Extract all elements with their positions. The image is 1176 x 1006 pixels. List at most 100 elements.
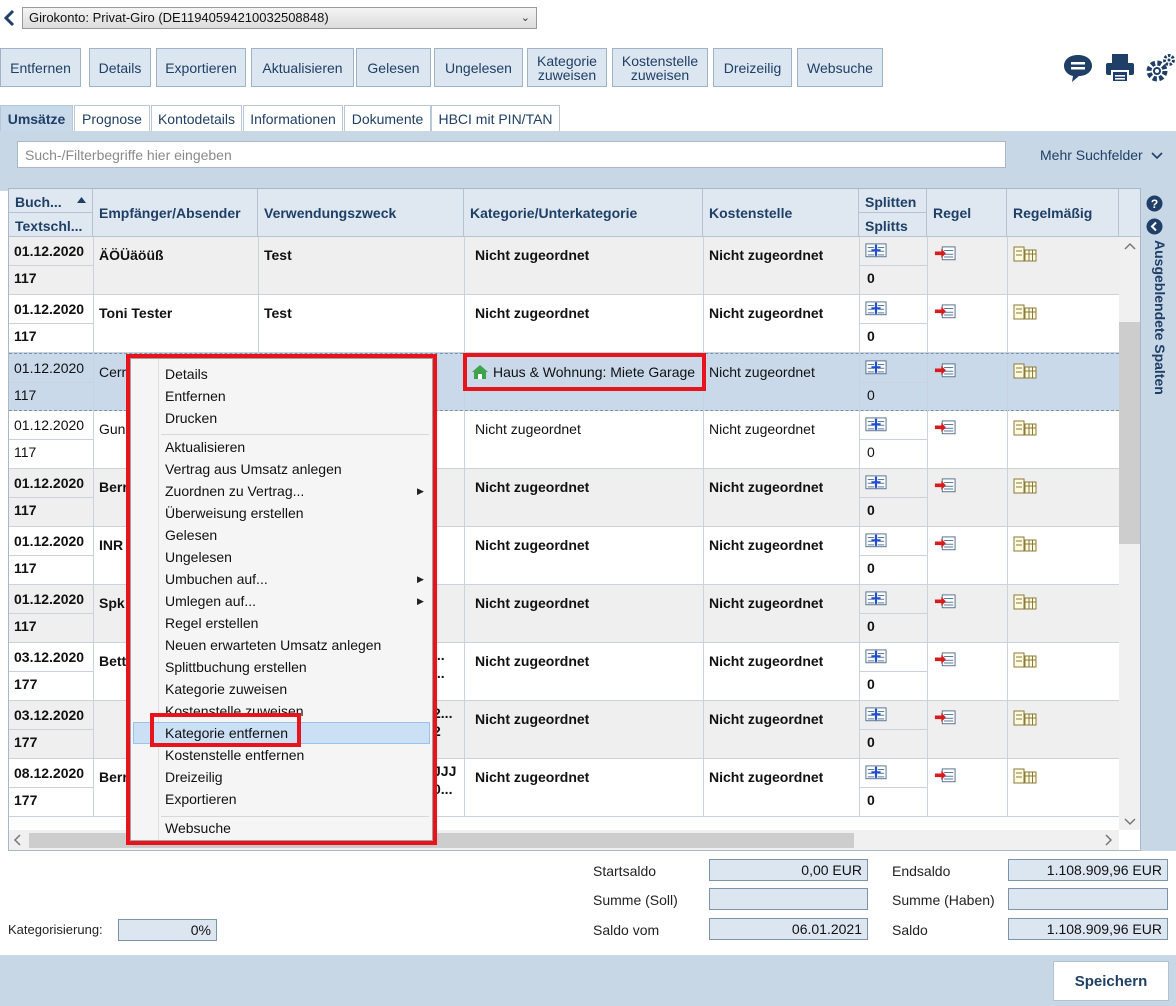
rule-arrow-icon[interactable] xyxy=(934,478,956,494)
rule-arrow-icon[interactable] xyxy=(934,536,956,552)
chevron-down-icon xyxy=(1151,152,1163,160)
split-icon[interactable] xyxy=(865,533,887,549)
web-search-button[interactable]: Websuche xyxy=(797,48,883,87)
print-icon[interactable] xyxy=(1104,52,1136,84)
row-splitts: 0 xyxy=(867,734,875,750)
rule-arrow-icon[interactable] xyxy=(934,304,956,320)
split-icon[interactable] xyxy=(865,243,887,259)
vertical-scroll-thumb[interactable] xyxy=(1119,322,1140,544)
row-date: 01.12.2020 xyxy=(14,243,85,259)
header-splitten[interactable]: Splitten Splitts xyxy=(859,189,927,237)
recurring-icon[interactable] xyxy=(1013,363,1037,379)
row-empfaenger: Gun xyxy=(99,421,126,437)
rule-arrow-icon[interactable] xyxy=(934,652,956,668)
row-kostenstelle: Nicht zugeordnet xyxy=(709,537,824,553)
rule-arrow-icon[interactable] xyxy=(934,768,956,784)
export-button[interactable]: Exportieren xyxy=(156,48,246,87)
haben-field xyxy=(1008,888,1168,910)
scroll-down-icon[interactable] xyxy=(1123,817,1137,827)
row-kostenstelle: Nicht zugeordnet xyxy=(709,421,815,437)
split-icon[interactable] xyxy=(865,591,887,607)
account-select[interactable]: Girokonto: Privat-Giro (DE11940594210032… xyxy=(22,7,537,29)
row-code: 117 xyxy=(14,502,37,518)
settings-icon[interactable] xyxy=(1144,52,1176,84)
split-icon[interactable] xyxy=(865,765,887,781)
recurring-icon[interactable] xyxy=(1013,478,1037,494)
recurring-icon[interactable] xyxy=(1013,536,1037,552)
recurring-icon[interactable] xyxy=(1013,420,1037,436)
back-chevron-icon[interactable] xyxy=(3,9,15,27)
row-code: 117 xyxy=(14,444,37,460)
help-icon[interactable]: ? xyxy=(1146,195,1163,212)
endsaldo-field: 1.108.909,96 EUR xyxy=(1008,859,1168,881)
tab-prognose[interactable]: Prognose xyxy=(74,105,150,131)
scroll-right-icon[interactable] xyxy=(1103,834,1113,846)
startsaldo-field: 0,00 EUR xyxy=(709,859,868,881)
recurring-icon[interactable] xyxy=(1013,710,1037,726)
header-kategorie-label: Kategorie/Unterkategorie xyxy=(470,205,638,221)
rule-arrow-icon[interactable] xyxy=(934,710,956,726)
tab-dokumente[interactable]: Dokumente xyxy=(344,105,431,131)
row-kategorie: Nicht zugeordnet xyxy=(475,769,590,785)
three-line-button[interactable]: Dreizeilig xyxy=(713,48,792,87)
refresh-button[interactable]: Aktualisieren xyxy=(251,48,354,87)
more-search-fields-button[interactable]: Mehr Suchfelder xyxy=(1040,147,1163,163)
header-kostenstelle[interactable]: Kostenstelle xyxy=(703,189,859,237)
assign-cost-center-button[interactable]: Kostenstelle zuweisen xyxy=(612,48,708,87)
unread-button[interactable]: Ungelesen xyxy=(434,48,523,87)
rule-arrow-icon[interactable] xyxy=(934,246,956,262)
header-kategorie[interactable]: Kategorie/Unterkategorie xyxy=(464,189,703,237)
recurring-icon[interactable] xyxy=(1013,304,1037,320)
split-icon[interactable] xyxy=(865,475,887,491)
search-placeholder: Such-/Filterbegriffe hier eingeben xyxy=(25,147,232,163)
split-icon[interactable] xyxy=(865,417,887,433)
search-input[interactable]: Such-/Filterbegriffe hier eingeben xyxy=(17,141,1006,168)
account-bar: Girokonto: Privat-Giro (DE11940594210032… xyxy=(0,0,1176,36)
header-regel[interactable]: Regel xyxy=(927,189,1007,237)
recurring-icon[interactable] xyxy=(1013,246,1037,262)
row-kategorie: Nicht zugeordnet xyxy=(475,711,590,727)
tab-informationen[interactable]: Informationen xyxy=(243,105,343,131)
header-regelmaessig[interactable]: Regelmäßig xyxy=(1007,189,1119,237)
row-date: 01.12.2020 xyxy=(14,591,85,607)
recurring-icon[interactable] xyxy=(1013,652,1037,668)
row-date: 01.12.2020 xyxy=(14,301,85,317)
save-button[interactable]: Speichern xyxy=(1053,961,1169,1001)
refresh-button-label: Aktualisieren xyxy=(262,59,343,76)
header-zweck-label: Verwendungszweck xyxy=(264,205,397,221)
read-button[interactable]: Gelesen xyxy=(356,48,431,87)
split-icon[interactable] xyxy=(865,301,887,317)
tab-kontodetails[interactable]: Kontodetails xyxy=(151,105,242,131)
hidden-columns-label[interactable]: Ausgeblendete Spalten xyxy=(1146,240,1168,410)
recurring-icon[interactable] xyxy=(1013,594,1037,610)
scroll-up-icon[interactable] xyxy=(1123,241,1137,251)
collapse-left-icon[interactable] xyxy=(1146,218,1163,235)
header-empfaenger[interactable]: Empfänger/Absender xyxy=(93,189,258,237)
rule-arrow-icon[interactable] xyxy=(934,363,956,379)
remove-button[interactable]: Entfernen xyxy=(0,48,81,87)
table-row[interactable]: 01.12.2020 117 Toni Tester Test Nicht zugeor… xyxy=(9,295,1119,353)
recurring-icon[interactable] xyxy=(1013,768,1037,784)
header-buchung[interactable]: Buch... Textschl... xyxy=(9,189,93,237)
svg-text:?: ? xyxy=(1151,197,1158,211)
assign-category-button[interactable]: Kategorie zuweisen xyxy=(527,48,607,87)
row-empfaenger: Spk xyxy=(99,595,125,611)
row-kostenstelle: Nicht zugeordnet xyxy=(709,711,824,727)
web-search-button-label: Websuche xyxy=(807,59,873,76)
rule-arrow-icon[interactable] xyxy=(934,594,956,610)
tab-umsaetze[interactable]: Umsätze xyxy=(0,105,73,131)
split-icon[interactable] xyxy=(865,360,887,376)
row-kostenstelle: Nicht zugeordnet xyxy=(709,595,824,611)
details-button[interactable]: Details xyxy=(89,48,151,87)
split-icon[interactable] xyxy=(865,707,887,723)
row-code: 177 xyxy=(14,792,38,808)
table-row[interactable]: 01.12.2020 117 ÄÖÜäöüß Test Nicht zugeordnet… xyxy=(9,237,1119,295)
scroll-left-icon[interactable] xyxy=(13,834,23,846)
header-textschl-label: Textschl... xyxy=(15,218,83,234)
tab-hbci[interactable]: HBCI mit PIN/TAN xyxy=(431,105,560,131)
split-icon[interactable] xyxy=(865,649,887,665)
row-kostenstelle: Nicht zugeordnet xyxy=(709,653,824,669)
header-zweck[interactable]: Verwendungszweck xyxy=(258,189,464,237)
chat-icon[interactable] xyxy=(1062,52,1094,84)
rule-arrow-icon[interactable] xyxy=(934,420,956,436)
